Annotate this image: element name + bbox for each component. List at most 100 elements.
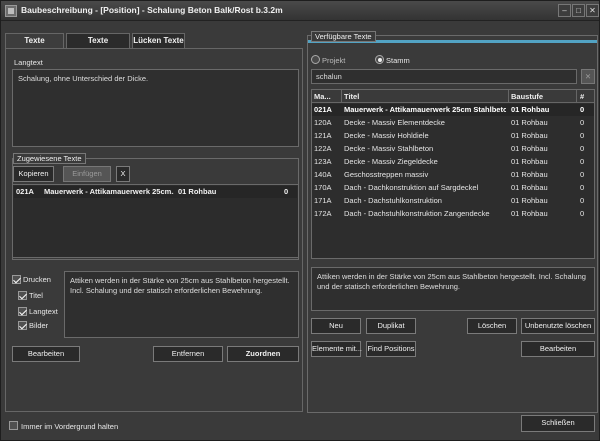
row-count: 0 <box>580 196 585 205</box>
paste-button[interactable]: Einfügen <box>63 166 111 182</box>
langtext-label: Langtext <box>14 58 43 67</box>
title-bar[interactable]: Baubeschreibung - [Position] - Schalung … <box>1 1 599 21</box>
table-row[interactable]: 122A Decke - Massiv Stahlbeton 01 Rohbau… <box>312 143 594 155</box>
row-count: 0 <box>580 118 585 127</box>
table-row[interactable]: 123A Decke - Massiv Ziegeldecke 01 Rohba… <box>312 156 594 168</box>
find-positions-button[interactable]: Find Positions <box>366 341 416 357</box>
maximize-button[interactable]: □ <box>572 4 585 17</box>
list-item[interactable]: 021A Mauerwerk - Attikamauerwerk 25cm...… <box>14 186 297 198</box>
row-title: Decke - Massiv Elementdecke <box>344 118 445 127</box>
row-stage: 01 Rohbau <box>511 170 548 179</box>
row-title: Geschosstreppen massiv <box>344 170 429 179</box>
row-stage: 01 Rohbau <box>511 131 548 140</box>
table-row[interactable]: 172A Dach - Dachstuhlkonstruktion Zangen… <box>312 208 594 220</box>
available-preview-text: Attiken werden in der Stärke von 25cm au… <box>311 267 595 311</box>
table-row[interactable]: 021A Mauerwerk - Attikamauerwerk 25cm St… <box>312 104 594 116</box>
column-header-stage[interactable]: Baustufe <box>511 90 571 103</box>
search-input[interactable]: schalun <box>311 69 577 84</box>
table-row[interactable]: 121A Decke - Massiv Hohldiele 01 Rohbau … <box>312 130 594 142</box>
row-stage: 01 Rohbau <box>511 209 548 218</box>
remove-button[interactable]: Entfernen <box>153 346 223 362</box>
column-header-title[interactable]: Titel <box>344 90 504 103</box>
available-texts-title: Verfügbare Texte <box>311 31 376 42</box>
radio-master[interactable] <box>375 55 384 64</box>
column-header-code[interactable]: Ma... <box>314 90 338 103</box>
table-row[interactable]: 170A Dach - Dachkonstruktion auf Sargdec… <box>312 182 594 194</box>
available-texts-table[interactable]: Ma... Titel Baustufe # 021A Mauerwerk - … <box>311 89 595 259</box>
longtext-checkbox[interactable] <box>18 307 27 316</box>
tab-luecken-texte[interactable]: Lücken Texte <box>132 33 185 49</box>
row-stage: 01 Rohbau <box>511 157 548 166</box>
row-title: Decke - Massiv Stahlbeton <box>344 144 434 153</box>
duplicate-button[interactable]: Duplikat <box>366 318 416 334</box>
tab-texte-zuordnen[interactable]: Texte zuordnen <box>5 33 64 59</box>
edit-button-left[interactable]: Bearbeiten <box>12 346 80 362</box>
table-row[interactable]: 171A Dach - Dachstuhlkonstruktion 01 Roh… <box>312 195 594 207</box>
assigned-texts-title: Zugewiesene Texte <box>13 153 86 164</box>
assigned-texts-list[interactable]: 021A Mauerwerk - Attikamauerwerk 25cm...… <box>12 184 299 258</box>
title-checkbox[interactable] <box>18 291 27 300</box>
radio-project[interactable] <box>311 55 320 64</box>
clear-search-button[interactable]: ✕ <box>581 69 595 84</box>
remove-assigned-button[interactable]: X <box>116 166 130 182</box>
table-header: Ma... Titel Baustufe # <box>312 90 594 103</box>
assigned-count: 0 <box>284 187 289 196</box>
app-icon <box>5 5 17 17</box>
row-stage: 01 Rohbau <box>511 144 548 153</box>
table-row[interactable]: 120A Decke - Massiv Elementdecke 01 Rohb… <box>312 117 594 129</box>
column-header-count[interactable]: # <box>580 90 592 103</box>
tab-texte-bearbeiten[interactable]: Texte bearbeiten <box>66 33 130 59</box>
row-code: 123A <box>314 157 332 166</box>
main-window: Baubeschreibung - [Position] - Schalung … <box>0 0 600 441</box>
row-title: Mauerwerk - Attikamauerwerk 25cm Stahlbe… <box>344 105 506 114</box>
row-count: 0 <box>580 183 585 192</box>
row-count: 0 <box>580 131 585 140</box>
radio-project-label: Projekt <box>322 56 346 65</box>
row-title: Decke - Massiv Ziegeldecke <box>344 157 438 166</box>
row-count: 0 <box>580 157 585 166</box>
row-code: 121A <box>314 131 332 140</box>
print-checkbox[interactable] <box>12 275 21 284</box>
row-title: Decke - Massiv Hohldiele <box>344 131 429 140</box>
row-code: 140A <box>314 170 332 179</box>
new-button[interactable]: Neu <box>311 318 361 334</box>
row-title: Dach - Dachstuhlkonstruktion <box>344 196 442 205</box>
print-label: Drucken <box>23 275 51 284</box>
row-stage: 01 Rohbau <box>511 105 550 114</box>
column-divider[interactable] <box>576 90 577 103</box>
longtext-checkbox-label: Langtext <box>29 307 58 316</box>
row-code: 171A <box>314 196 332 205</box>
minimize-button[interactable]: – <box>558 4 571 17</box>
images-checkbox[interactable] <box>18 321 27 330</box>
delete-button[interactable]: Löschen <box>467 318 517 334</box>
column-divider[interactable] <box>508 90 509 103</box>
edit-button-right[interactable]: Bearbeiten <box>521 341 595 357</box>
assigned-preview-text: Attiken werden in der Stärke von 25cm au… <box>64 271 299 338</box>
always-on-top-checkbox[interactable] <box>9 421 18 430</box>
delete-unused-button[interactable]: Unbenutzte löschen <box>521 318 595 334</box>
row-stage: 01 Rohbau <box>511 183 548 192</box>
elements-with-button[interactable]: Elemente mit... <box>311 341 362 357</box>
row-code: 021A <box>314 105 332 114</box>
assigned-code: 021A <box>16 187 34 196</box>
title-checkbox-label: Titel <box>29 291 43 300</box>
assigned-title: Mauerwerk - Attikamauerwerk 25cm... <box>44 187 174 196</box>
row-title: Dach - Dachkonstruktion auf Sargdeckel <box>344 183 479 192</box>
window-title: Baubeschreibung - [Position] - Schalung … <box>21 5 283 15</box>
langtext-textarea[interactable]: Schalung, ohne Unterschied der Dicke. <box>12 69 299 147</box>
always-on-top-label: Immer im Vordergrund halten <box>21 422 119 431</box>
row-code: 172A <box>314 209 332 218</box>
copy-button[interactable]: Kopieren <box>13 166 54 182</box>
row-stage: 01 Rohbau <box>511 196 548 205</box>
row-code: 120A <box>314 118 332 127</box>
row-code: 122A <box>314 144 332 153</box>
column-divider[interactable] <box>341 90 342 103</box>
assigned-stage: 01 Rohbau <box>178 187 217 196</box>
table-row[interactable]: 140A Geschosstreppen massiv 01 Rohbau 0 <box>312 169 594 181</box>
row-count: 0 <box>580 144 585 153</box>
assign-button[interactable]: Zuordnen <box>227 346 299 362</box>
images-checkbox-label: Bilder <box>29 321 49 330</box>
close-button[interactable]: Schließen <box>521 415 595 432</box>
row-stage: 01 Rohbau <box>511 118 548 127</box>
close-window-button[interactable]: ✕ <box>586 4 599 17</box>
